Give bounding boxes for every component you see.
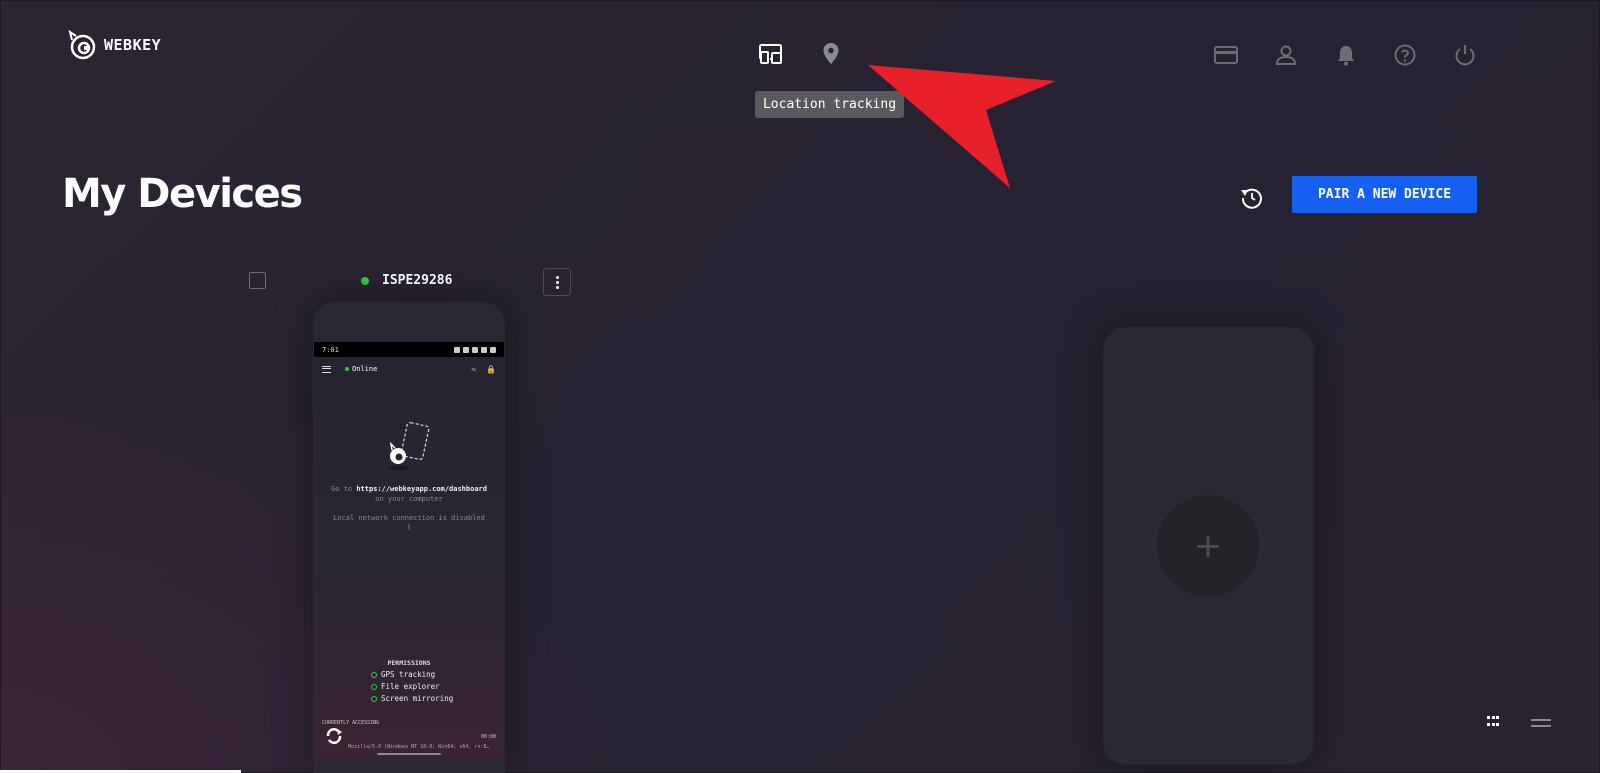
add-device-button[interactable]: +: [1157, 495, 1259, 597]
phone-time: 7:01: [322, 345, 339, 354]
logo-text: WEBKEY: [104, 36, 162, 54]
currently-accessing-label: CURRENTLY ACCESSING: [322, 720, 380, 726]
devices-icon[interactable]: [757, 40, 785, 68]
access-time: 00:00: [480, 734, 496, 740]
help-icon[interactable]: [1391, 41, 1419, 69]
status-icons: [454, 346, 496, 353]
user-agent: Mozilla/5.0 (Windows NT 10.0; Win64; x64…: [348, 744, 490, 750]
instruction-line: Go to https://webkeyapp.com/dashboard: [314, 485, 504, 493]
plus-icon: +: [1193, 526, 1223, 566]
check-circle-icon: [371, 695, 377, 702]
wifi-off-icon: ≈: [471, 364, 477, 374]
browser-sync-icon: [326, 728, 342, 744]
device-select-checkbox[interactable]: [249, 272, 266, 289]
permission-item: File explorer: [371, 682, 440, 691]
webkey-logo-icon: [68, 29, 96, 60]
annotation-arrow: [868, 65, 1056, 188]
hamburger-icon: [322, 365, 331, 373]
location-pin-icon[interactable]: [817, 40, 845, 68]
bell-icon[interactable]: [1332, 41, 1360, 69]
device-name: ISPE29286: [382, 273, 453, 288]
instruction-prefix: Go to: [331, 485, 353, 493]
webkey-logo[interactable]: WEBKEY: [66, 28, 161, 62]
online-status-dot: [361, 277, 369, 285]
page-title: My Devices: [62, 171, 303, 217]
pair-new-device-button[interactable]: PAIR A NEW DEVICE: [1292, 176, 1477, 213]
phone-status-bar: 7:01: [314, 342, 504, 357]
device-screen: 7:01 Online ≈ 🔒 Go to https://webkeyapp.c…: [314, 342, 504, 757]
permissions-title: PERMISSIONS: [387, 659, 431, 667]
user-icon[interactable]: [1272, 41, 1300, 69]
check-circle-icon: [371, 683, 377, 690]
dashboard-url: https://webkeyapp.com/dashboard: [356, 485, 487, 493]
instruction-suffix: on your computer: [375, 495, 443, 503]
device-preview[interactable]: 7:01 Online ≈ 🔒 Go to https://webkeyapp.c…: [313, 302, 505, 773]
permission-item: Screen mirroring: [371, 694, 453, 703]
list-view-icon[interactable]: [1531, 719, 1551, 727]
device-menu-button[interactable]: [543, 268, 571, 296]
phone-online-status: Online: [352, 365, 378, 373]
wifi-disabled-icon: ⌇: [407, 523, 411, 532]
webkey-phone-illustration: [388, 422, 430, 470]
power-icon[interactable]: [1451, 41, 1479, 69]
permission-item: GPS tracking: [371, 670, 435, 679]
phone-nav-handle: [377, 753, 441, 755]
credit-card-icon[interactable]: [1212, 41, 1240, 69]
online-dot: [345, 367, 349, 371]
local-network-notice: Local network connection is disabled: [333, 514, 485, 522]
check-circle-icon: [371, 671, 377, 678]
refresh-icon[interactable]: [1240, 186, 1264, 210]
phone-app-bar: Online ≈ 🔒: [322, 361, 496, 377]
grid-view-icon[interactable]: [1487, 716, 1499, 728]
lock-icon: 🔒: [486, 364, 496, 374]
